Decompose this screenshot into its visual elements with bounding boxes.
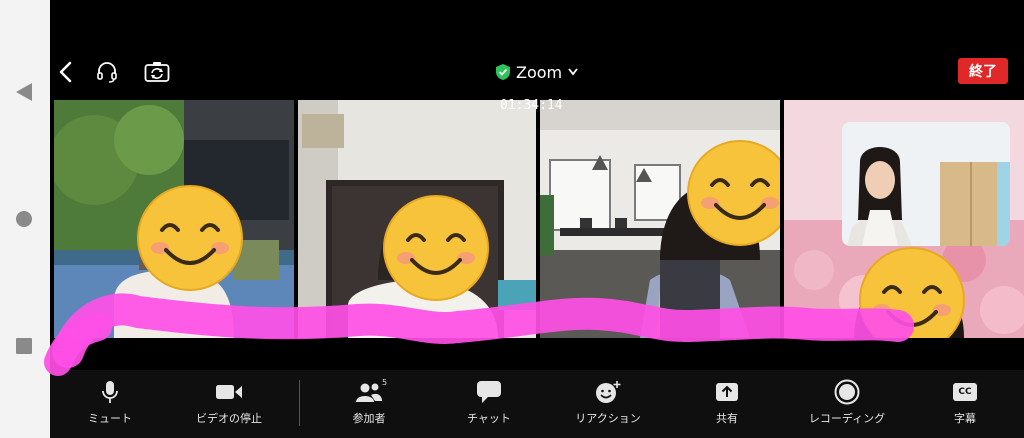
- stop-video-label: ビデオの停止: [196, 412, 262, 425]
- share-button[interactable]: 共有: [672, 380, 782, 432]
- share-arrow-icon: [715, 380, 739, 404]
- shield-check-icon: [496, 64, 510, 80]
- chevron-down-icon: [568, 68, 578, 76]
- participants-count: 5: [382, 378, 388, 387]
- participants-icon: 5: [355, 378, 387, 404]
- meeting-toolbar: ミュート ビデオの停止 5 参加者 チャット リアクション 共有 レコーディング…: [50, 370, 1024, 438]
- chevron-left-icon[interactable]: [52, 58, 80, 86]
- microphone-icon: [101, 380, 119, 404]
- share-label: 共有: [716, 412, 738, 425]
- cc-badge: CC: [953, 383, 977, 401]
- recording-label: レコーディング: [808, 412, 886, 425]
- meeting-top-bar: Zoom: [50, 52, 1024, 92]
- closed-captions-icon: CC: [953, 380, 977, 404]
- participant-video-tile[interactable]: [54, 100, 294, 338]
- meeting-title: Zoom: [516, 62, 563, 82]
- android-nav-bar: [0, 0, 50, 438]
- chat-bubble-icon: [476, 380, 502, 404]
- emoji-plus-icon: [594, 380, 622, 404]
- participant-video-tile[interactable]: [540, 100, 780, 338]
- participants-label: 参加者: [352, 412, 386, 425]
- participants-button[interactable]: 5 参加者: [314, 378, 424, 432]
- zoom-meeting-screen: Zoom 終了 01:34:14 ミュート ビデオの停止 5 参加者 チャット …: [44, 0, 1024, 438]
- end-meeting-button[interactable]: 終了: [958, 58, 1008, 84]
- participant-video-tile[interactable]: [298, 100, 536, 338]
- captions-button[interactable]: CC 字幕: [910, 380, 1020, 432]
- reactions-label: リアクション: [575, 412, 641, 425]
- stop-video-button[interactable]: ビデオの停止: [174, 380, 284, 432]
- home-circle-icon[interactable]: [14, 209, 34, 229]
- camera-switch-icon[interactable]: [143, 58, 171, 86]
- toolbar-divider: [299, 380, 300, 426]
- recording-button[interactable]: レコーディング: [792, 379, 902, 432]
- meeting-title-dropdown[interactable]: Zoom: [496, 61, 578, 83]
- mute-button[interactable]: ミュート: [55, 380, 165, 432]
- meeting-timer: 01:34:14: [500, 98, 563, 113]
- captions-label: 字幕: [954, 412, 976, 425]
- record-icon: [834, 379, 860, 405]
- chat-label: チャット: [467, 412, 511, 425]
- recents-square-icon[interactable]: [14, 336, 34, 356]
- reactions-button[interactable]: リアクション: [553, 380, 663, 432]
- self-video-thumbnail[interactable]: [842, 122, 1010, 246]
- back-triangle-icon[interactable]: [14, 82, 34, 102]
- chat-button[interactable]: チャット: [434, 380, 544, 432]
- mute-label: ミュート: [88, 412, 132, 425]
- video-camera-icon: [215, 380, 243, 404]
- headphones-icon[interactable]: [93, 58, 121, 86]
